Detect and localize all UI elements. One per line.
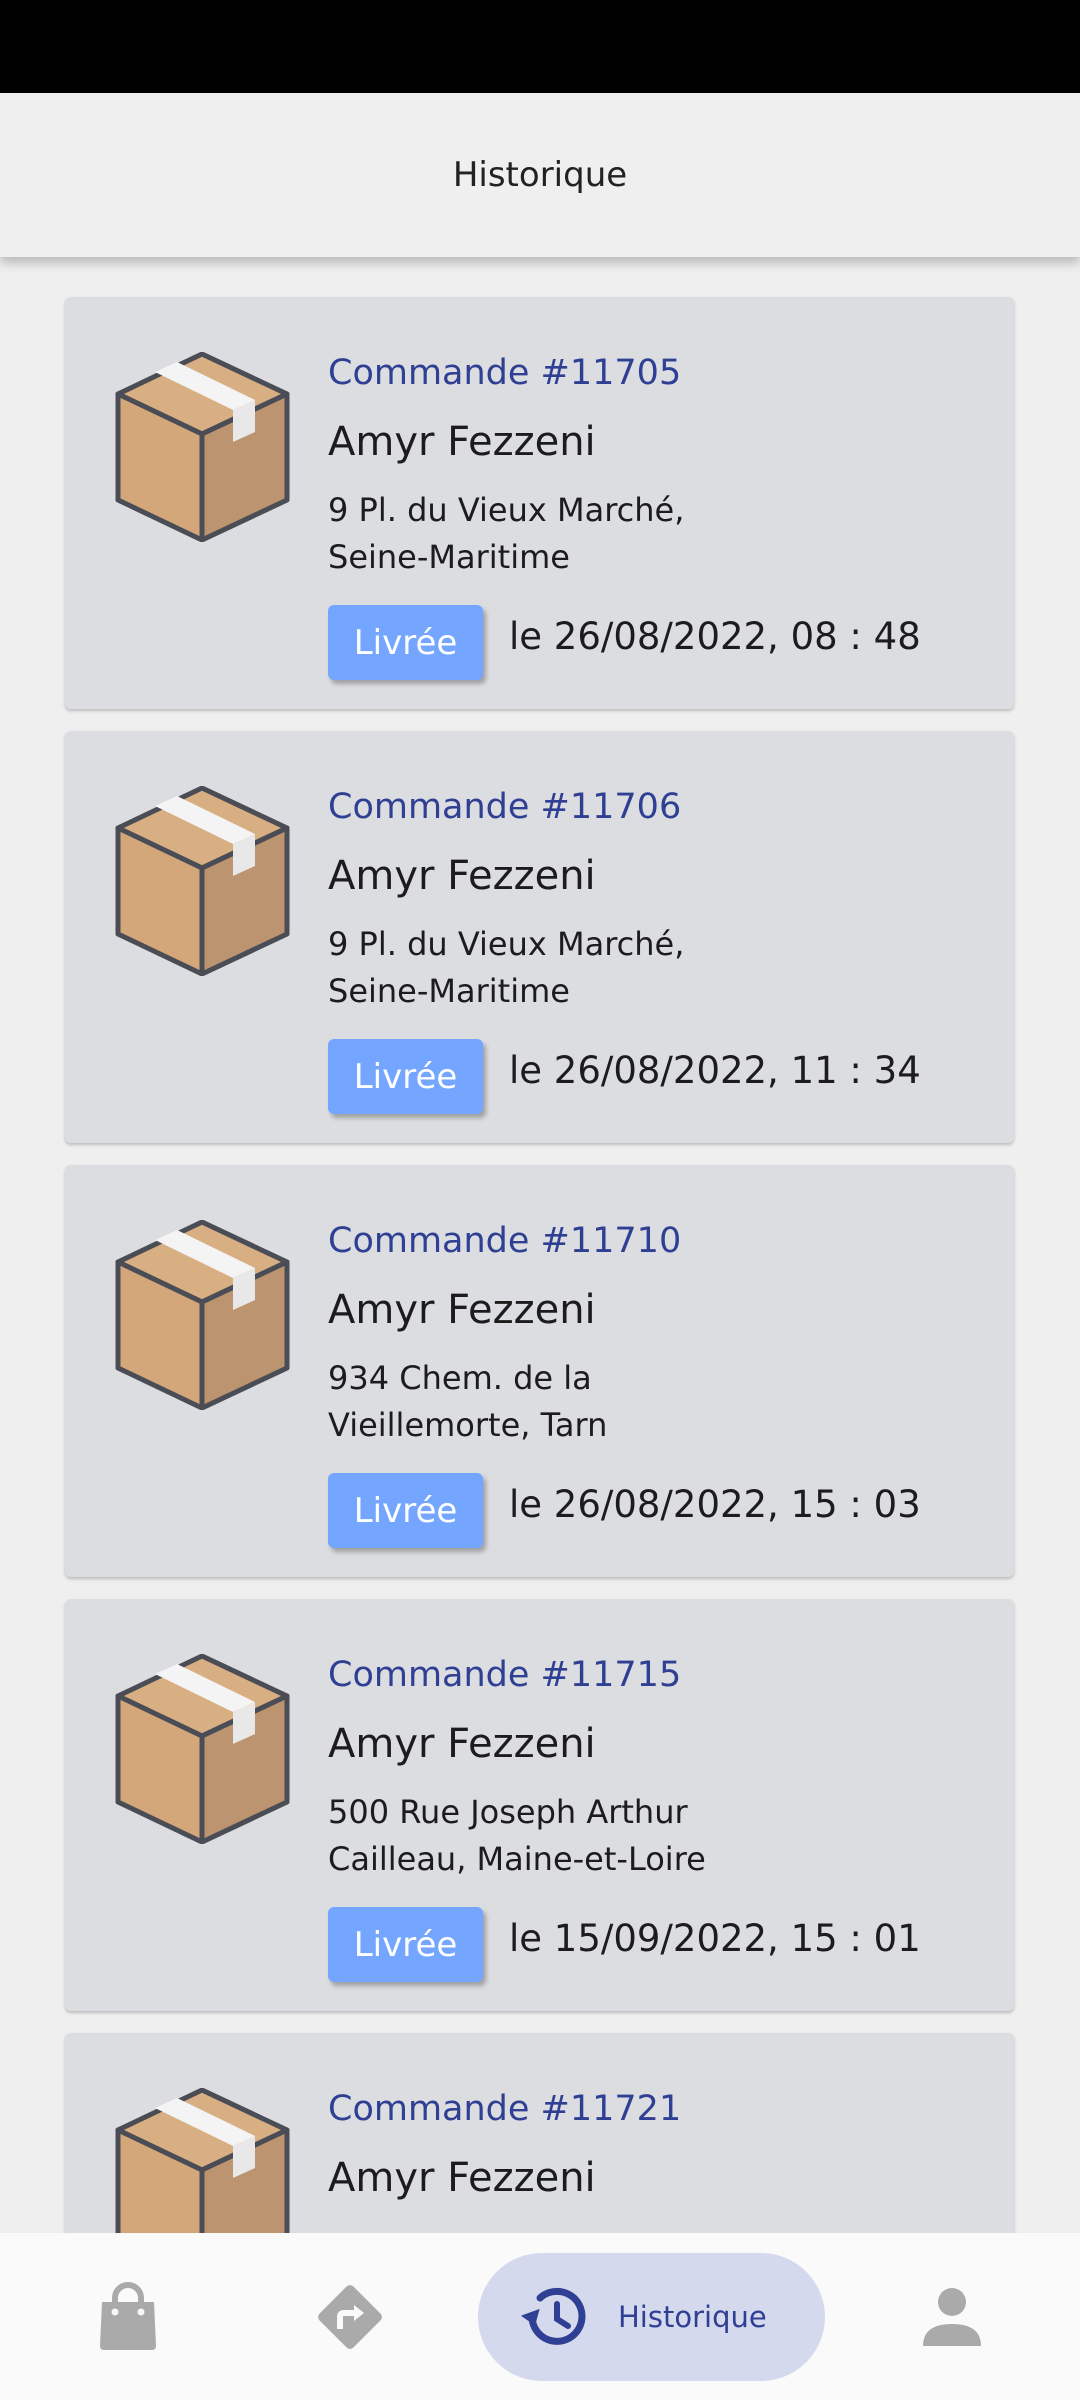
page-title: Historique xyxy=(452,155,628,195)
delivery-address: 9 Pl. du Vieux Marché, Seine-Maritime xyxy=(328,921,748,1015)
nav-item-shop[interactable] xyxy=(78,2233,178,2400)
address-line-1: 9 Pl. du Vieux Marché, xyxy=(328,491,685,529)
order-number: Commande #11706 xyxy=(328,787,682,827)
person-icon xyxy=(923,2287,981,2346)
delivery-address: 934 Chem. de la Vieillemorte, Tarn xyxy=(328,1355,748,1449)
nav-item-history[interactable]: Historique xyxy=(478,2253,825,2381)
order-number: Commande #11710 xyxy=(328,1221,682,1261)
customer-name: Amyr Fezzeni xyxy=(328,1721,596,1767)
nav-item-route[interactable] xyxy=(300,2233,400,2400)
status-bar xyxy=(0,0,1080,93)
delivery-date: le 26/08/2022, 11 : 34 xyxy=(509,1049,921,1092)
customer-name: Amyr Fezzeni xyxy=(328,1287,596,1333)
customer-name: Amyr Fezzeni xyxy=(328,419,596,465)
bottom-navigation: Historique xyxy=(0,2233,1080,2400)
delivery-address: 9 Pl. du Vieux Marché, Seine-Maritime xyxy=(328,487,748,581)
order-card[interactable]: Commande #11705 Amyr Fezzeni 9 Pl. du Vi… xyxy=(65,297,1014,709)
customer-name: Amyr Fezzeni xyxy=(328,2155,596,2201)
order-number: Commande #11705 xyxy=(328,353,682,393)
shopping-bag-icon xyxy=(100,2281,156,2350)
package-box-icon xyxy=(115,1654,290,1844)
address-line-1: 9 Pl. du Vieux Marché, xyxy=(328,925,685,963)
status-badge: Livrée xyxy=(328,1907,483,1982)
address-line-2: Seine-Maritime xyxy=(328,538,570,576)
package-box-icon xyxy=(115,1220,290,1410)
status-badge: Livrée xyxy=(328,1039,483,1114)
package-box-icon xyxy=(115,352,290,542)
app-bar: Historique xyxy=(0,93,1080,257)
status-badge: Livrée xyxy=(328,605,483,680)
order-card[interactable]: Commande #11710 Amyr Fezzeni 934 Chem. d… xyxy=(65,1165,1014,1577)
nav-item-profile[interactable] xyxy=(902,2233,1002,2400)
address-line-1: 500 Rue Joseph Arthur xyxy=(328,1793,688,1831)
delivery-date: le 26/08/2022, 15 : 03 xyxy=(509,1483,921,1526)
nav-item-label: Historique xyxy=(618,2300,767,2334)
order-card[interactable]: Commande #11721 Amyr Fezzeni xyxy=(65,2033,1014,2233)
package-box-icon xyxy=(115,786,290,976)
order-card[interactable]: Commande #11706 Amyr Fezzeni 9 Pl. du Vi… xyxy=(65,731,1014,1143)
history-icon xyxy=(520,2287,586,2345)
package-box-icon xyxy=(115,2088,290,2233)
route-turn-icon xyxy=(318,2284,382,2349)
order-number: Commande #11721 xyxy=(328,2089,682,2129)
delivery-date: le 26/08/2022, 08 : 48 xyxy=(509,615,921,658)
address-line-2: Vieillemorte, Tarn xyxy=(328,1406,608,1444)
delivery-date: le 15/09/2022, 15 : 01 xyxy=(509,1917,921,1960)
delivery-address: 500 Rue Joseph Arthur Cailleau, Maine-et… xyxy=(328,1789,748,1883)
customer-name: Amyr Fezzeni xyxy=(328,853,596,899)
status-badge: Livrée xyxy=(328,1473,483,1548)
order-list[interactable]: Commande #11705 Amyr Fezzeni 9 Pl. du Vi… xyxy=(0,257,1080,2233)
address-line-2: Seine-Maritime xyxy=(328,972,570,1010)
order-card[interactable]: Commande #11715 Amyr Fezzeni 500 Rue Jos… xyxy=(65,1599,1014,2011)
order-number: Commande #11715 xyxy=(328,1655,682,1695)
address-line-1: 934 Chem. de la xyxy=(328,1359,592,1397)
address-line-2: Cailleau, Maine-et-Loire xyxy=(328,1840,706,1878)
